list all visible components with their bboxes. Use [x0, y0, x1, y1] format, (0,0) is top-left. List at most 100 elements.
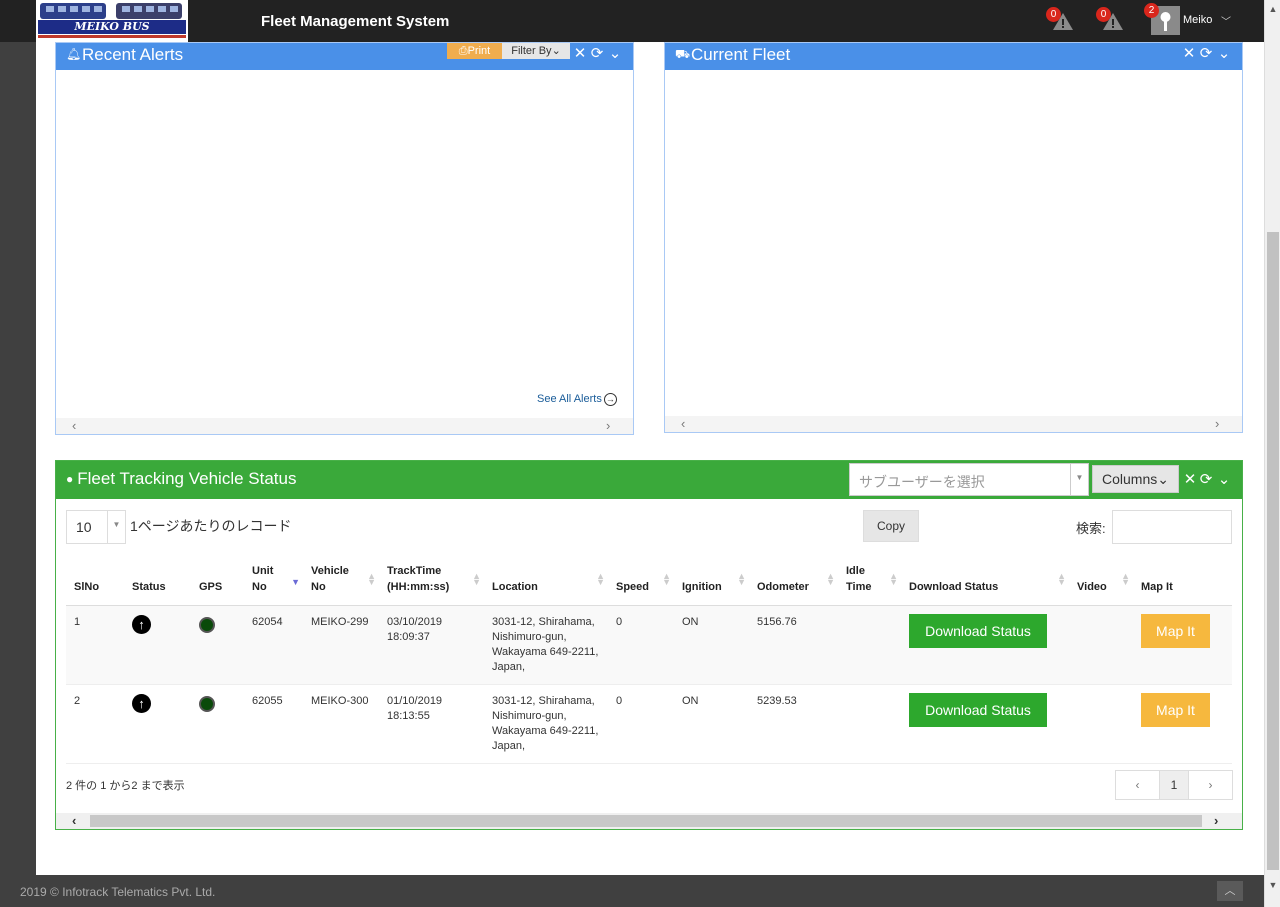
avatar[interactable]: 2 [1144, 3, 1180, 35]
search-input[interactable] [1112, 510, 1232, 544]
download-status-button[interactable]: Download Status [909, 614, 1047, 648]
warning-count-badge: 0 [1096, 7, 1111, 22]
sort-desc-icon: ▼ [291, 577, 300, 587]
scroll-up-icon[interactable]: ▲ [1267, 2, 1279, 16]
scroll-right-icon[interactable]: › [1215, 416, 1219, 432]
recent-alerts-title: Recent Alerts [82, 45, 184, 64]
map-it-button[interactable]: Map It [1141, 693, 1210, 727]
fleet-tracking-header: ● Fleet Tracking Vehicle Status サブユーザーを選択… [56, 461, 1242, 499]
main-content: 🔔︎Recent Alerts ⎙Print Filter By⌄ ✕ ⟳ ⌄ … [36, 42, 1264, 875]
logo-text: MEIKO BUS [38, 20, 186, 34]
fleet-tracking-title: Fleet Tracking Vehicle Status [77, 469, 297, 488]
close-icon[interactable]: ✕ [1182, 470, 1198, 490]
pagination-page-1[interactable]: 1 [1159, 771, 1189, 799]
sort-icon: ▲ ▼ [1057, 571, 1066, 587]
scroll-left-icon[interactable]: ‹ [72, 418, 76, 434]
direction-arrow-icon[interactable]: ↑ [132, 694, 151, 713]
meiko-bus-logo[interactable]: MEIKO BUS [36, 0, 188, 42]
current-fleet-title: Current Fleet [691, 45, 791, 64]
current-fleet-header: ⛟Current Fleet ✕ ⟳ ⌄ [665, 43, 1242, 70]
horizontal-scrollbar[interactable]: ‹ › [56, 418, 633, 434]
sort-icon: ▲ ▼ [596, 571, 605, 587]
scroll-right-icon[interactable]: › [606, 418, 610, 434]
dropdown-arrow-icon: ▼ [107, 511, 125, 543]
alert-notification-button[interactable]: 0 [1046, 7, 1074, 32]
close-icon[interactable]: ✕ [1181, 44, 1197, 64]
table-row: 1 ↑ 62054 MEIKO-299 03/10/2019 18:09:37 3… [66, 605, 1232, 685]
sort-icon: ▲ ▼ [1121, 571, 1130, 587]
user-count-badge: 2 [1144, 3, 1159, 18]
column-header-download-status[interactable]: Download Status ▲ ▼ [901, 557, 1069, 606]
refresh-icon[interactable]: ⟳ [589, 44, 605, 64]
copy-button[interactable]: Copy [863, 510, 919, 542]
gps-signal-icon [199, 617, 215, 633]
column-header-vehicle-no[interactable]: Vehicle No ▲ ▼ [303, 557, 379, 606]
scroll-down-icon[interactable]: ▼ [1267, 878, 1279, 892]
column-header-ignition[interactable]: Ignition ▲ ▼ [674, 557, 749, 606]
scroll-right-icon[interactable]: › [1214, 813, 1218, 829]
column-header-unit-no[interactable]: Unit No ▼ [244, 557, 303, 606]
pagination: ‹ 1 › [1115, 770, 1233, 800]
column-header-map-it[interactable]: Map It [1133, 557, 1232, 606]
download-status-button[interactable]: Download Status [909, 693, 1047, 727]
chevron-down-icon[interactable]: ⌄ [1216, 44, 1232, 64]
chevron-down-icon[interactable]: ⌄ [1216, 470, 1232, 490]
see-all-alerts-link[interactable]: See All Alerts → [537, 393, 617, 406]
footer: 2019 © Infotrack Telematics Pvt. Ltd. ︿ [0, 875, 1264, 907]
sort-icon: ▲ ▼ [662, 571, 671, 587]
column-header-gps[interactable]: GPS [191, 557, 244, 606]
pagination-next[interactable]: › [1189, 771, 1232, 799]
page-length-select[interactable]: 10 ▼ [66, 510, 126, 544]
vehicle-status-table: SlNo Status GPS Unit No ▼ Vehicle No ▲ ▼ Trac… [66, 557, 1232, 764]
print-button[interactable]: ⎙Print [447, 43, 502, 59]
scroll-to-top-button[interactable]: ︿ [1217, 881, 1243, 901]
chevron-down-icon: ⌄ [1157, 471, 1169, 487]
app-title: Fleet Management System [261, 13, 450, 30]
sort-icon: ▲ ▼ [472, 571, 481, 587]
scroll-left-icon[interactable]: ‹ [681, 416, 685, 432]
table-row: 2 ↑ 62055 MEIKO-300 01/10/2019 18:13:55 3… [66, 684, 1232, 764]
dropdown-arrow-icon: ▼ [1070, 464, 1088, 495]
sort-icon: ▲ ▼ [737, 571, 746, 587]
recent-alerts-header: 🔔︎Recent Alerts ⎙Print Filter By⌄ ✕ ⟳ ⌄ [56, 43, 633, 70]
scrollbar-thumb[interactable] [90, 815, 1202, 827]
sort-icon: ▲ ▼ [889, 571, 898, 587]
bus-image [116, 3, 182, 19]
chevron-down-icon[interactable]: ⌄ [607, 44, 623, 64]
column-header-odometer[interactable]: Odometer ▲ ▼ [749, 557, 838, 606]
column-header-status[interactable]: Status [124, 557, 191, 606]
column-header-idle-time[interactable]: Idle Time ▲ ▼ [838, 557, 901, 606]
refresh-icon[interactable]: ⟳ [1198, 44, 1214, 64]
fleet-tracking-panel: ● Fleet Tracking Vehicle Status サブユーザーを選択… [55, 460, 1243, 830]
scroll-left-icon[interactable]: ‹ [72, 813, 76, 829]
column-header-tracktime[interactable]: TrackTime (HH:mm:ss) ▲ ▼ [379, 557, 484, 606]
column-header-slno[interactable]: SlNo [66, 557, 124, 606]
printer-icon: ⎙ [458, 45, 468, 57]
arrow-right-circle-icon: → [603, 393, 617, 406]
pagination-prev[interactable]: ‹ [1116, 771, 1159, 799]
direction-arrow-icon[interactable]: ↑ [132, 615, 151, 634]
scrollbar-thumb[interactable] [1267, 232, 1279, 870]
column-header-location[interactable]: Location ▲ ▼ [484, 557, 608, 606]
table-info: 2 件の 1 から2 まで表示 [66, 780, 185, 792]
refresh-icon[interactable]: ⟳ [1198, 470, 1214, 490]
close-icon[interactable]: ✕ [572, 44, 588, 64]
globe-icon: ● [66, 472, 74, 486]
horizontal-scrollbar[interactable]: ‹ › [56, 813, 1242, 829]
current-fleet-panel: ⛟Current Fleet ✕ ⟳ ⌄ ‹ › [664, 42, 1243, 433]
bus-icon: ⛟ [675, 47, 691, 61]
page-scrollbar[interactable]: ▲ ▼ [1264, 0, 1280, 907]
user-name[interactable]: Meiko [1183, 14, 1212, 26]
chevron-down-icon[interactable]: ﹀ [1221, 13, 1231, 28]
map-it-button[interactable]: Map It [1141, 614, 1210, 648]
sort-icon: ▲ ▼ [367, 571, 376, 587]
chevron-up-icon: ︿ [1224, 885, 1236, 897]
column-header-video[interactable]: Video ▲ ▼ [1069, 557, 1133, 606]
columns-button[interactable]: Columns⌄ [1092, 465, 1179, 493]
horizontal-scrollbar[interactable]: ‹ › [665, 416, 1242, 432]
warning-notification-button[interactable]: 0 [1096, 7, 1124, 32]
filter-by-dropdown[interactable]: Filter By⌄ [502, 43, 570, 59]
column-header-speed[interactable]: Speed ▲ ▼ [608, 557, 674, 606]
subuser-select[interactable]: サブユーザーを選択 ▼ [849, 463, 1089, 496]
top-navbar: MEIKO BUS Fleet Management System 0 0 2 … [0, 0, 1264, 42]
